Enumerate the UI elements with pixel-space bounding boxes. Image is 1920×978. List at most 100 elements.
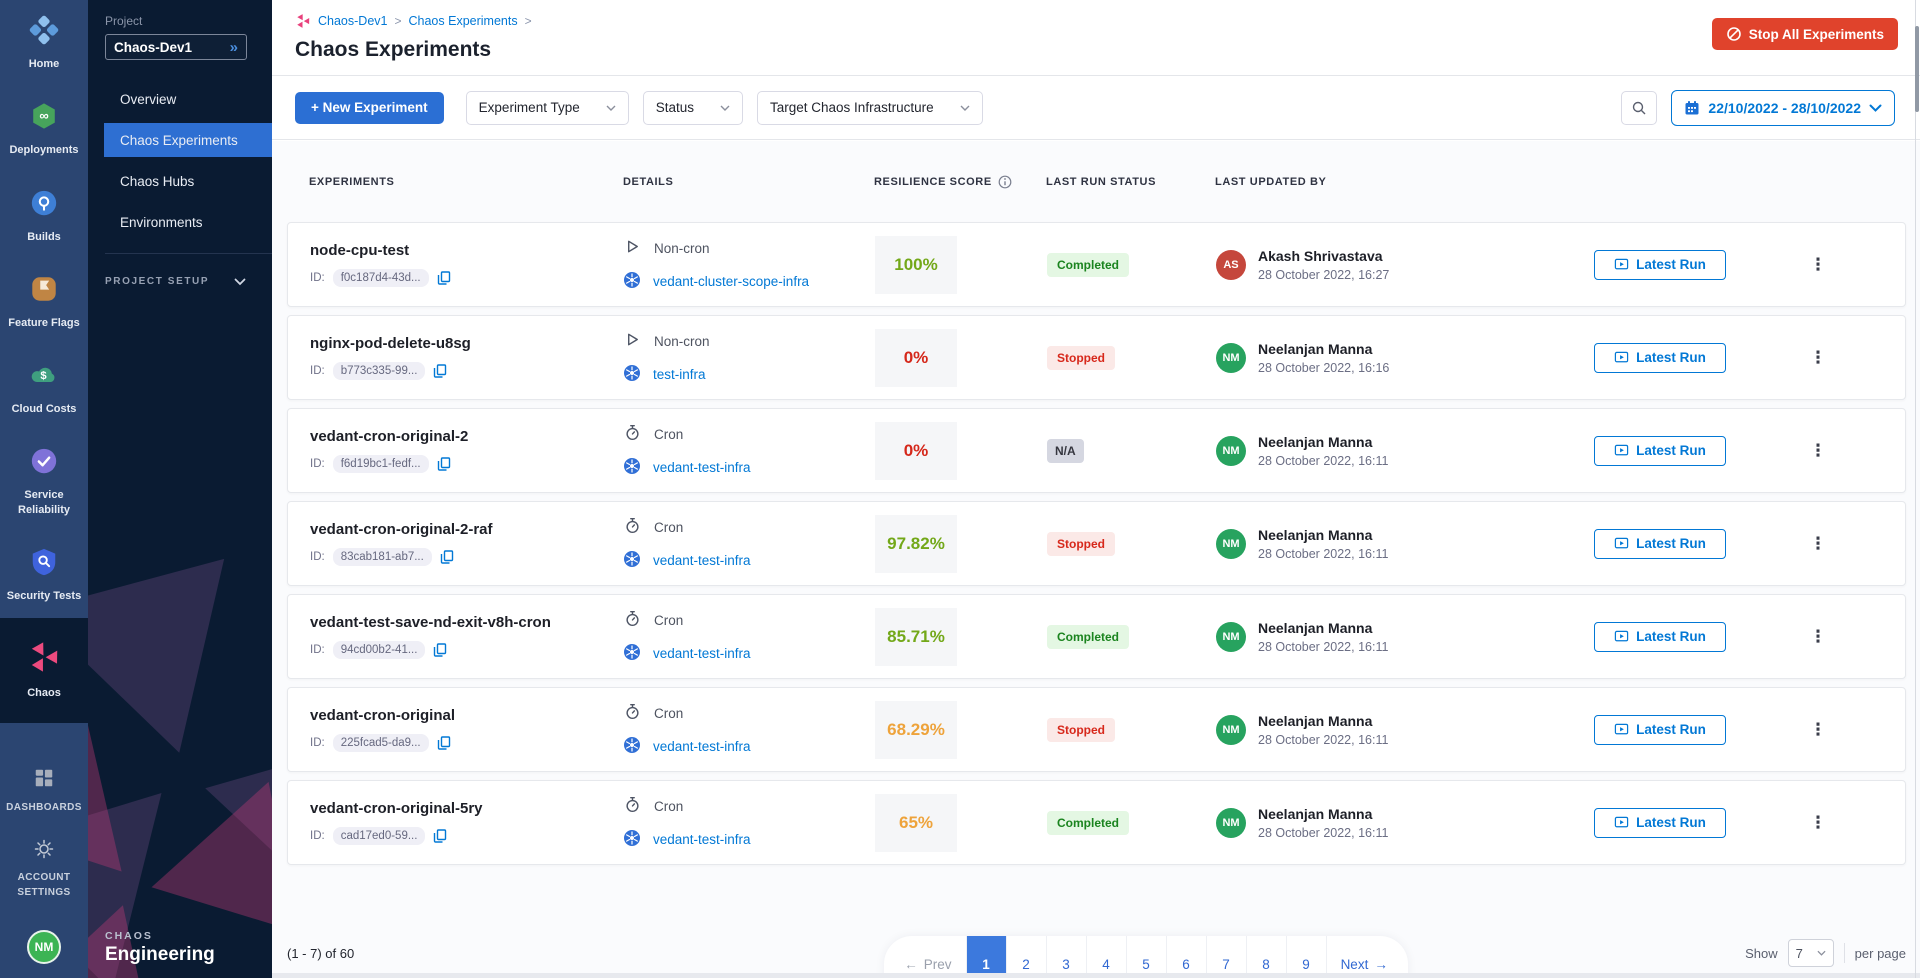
experiment-name[interactable]: vedant-cron-original [310, 707, 624, 724]
sidebar-item-chaos-hubs[interactable]: Chaos Hubs [88, 164, 272, 198]
infrastructure-link[interactable]: vedant-test-infra [653, 832, 751, 847]
experiment-name[interactable]: vedant-cron-original-5ry [310, 800, 624, 817]
rail-item-security-tests[interactable]: Security Tests [0, 532, 88, 618]
experiment-name[interactable]: vedant-test-save-nd-exit-v8h-cron [310, 614, 624, 631]
kebab-menu-icon[interactable]: ⋮ [1802, 810, 1835, 835]
breadcrumb-link-project[interactable]: Chaos-Dev1 [318, 14, 387, 28]
experiment-name[interactable]: vedant-cron-original-2 [310, 428, 624, 445]
next-page-button[interactable]: Next→ [1326, 936, 1402, 978]
latest-run-button[interactable]: Latest Run [1594, 529, 1726, 559]
experiment-id: cad17ed0-59... [333, 827, 426, 845]
filter-target-infrastructure[interactable]: Target Chaos Infrastructure [757, 91, 983, 125]
copy-icon[interactable] [437, 457, 451, 471]
user-avatar[interactable]: NM [27, 930, 61, 964]
sidebar-item-chaos-experiments[interactable]: Chaos Experiments [104, 123, 272, 157]
updated-by-cell: NM Neelanjan Manna28 October 2022, 16:11 [1216, 434, 1594, 468]
page-button-8[interactable]: 8 [1246, 936, 1286, 978]
rail-item-account-settings[interactable]: ACCOUNT SETTINGS [0, 827, 88, 912]
sidebar-item-overview[interactable]: Overview [88, 82, 272, 116]
expand-icon[interactable]: » [230, 40, 238, 55]
scrollbar-thumb[interactable] [1915, 26, 1919, 112]
chevron-down-icon [606, 105, 616, 111]
avatar: NM [1216, 715, 1246, 745]
play-icon [624, 331, 641, 351]
page-button-3[interactable]: 3 [1046, 936, 1086, 978]
kubernetes-icon [624, 551, 640, 570]
rail-item-service-reliability[interactable]: Service Reliability [0, 431, 88, 532]
updated-by-cell: NM Neelanjan Manna28 October 2022, 16:11 [1216, 527, 1594, 561]
kebab-menu-icon[interactable]: ⋮ [1802, 717, 1835, 742]
new-experiment-button[interactable]: + New Experiment [295, 92, 444, 124]
project-setup-section[interactable]: PROJECT SETUP [88, 276, 272, 287]
stopwatch-icon [624, 517, 641, 537]
schedule-type: Cron [654, 613, 683, 628]
pagination-controls: ←Prev 1 2 3 4 5 6 7 8 9 Next→ [884, 936, 1408, 978]
infrastructure-link[interactable]: vedant-cluster-scope-infra [653, 274, 809, 289]
latest-run-button[interactable]: Latest Run [1594, 250, 1726, 280]
kebab-menu-icon[interactable]: ⋮ [1802, 345, 1835, 370]
copy-icon[interactable] [433, 643, 447, 657]
copy-icon[interactable] [433, 364, 447, 378]
copy-icon[interactable] [433, 829, 447, 843]
copy-icon[interactable] [437, 736, 451, 750]
project-selector[interactable]: Chaos-Dev1 » [105, 34, 247, 60]
latest-run-button[interactable]: Latest Run [1594, 715, 1726, 745]
page-button-1[interactable]: 1 [966, 936, 1006, 978]
resilience-score: 85.71% [887, 627, 945, 647]
rail-item-chaos[interactable]: Chaos [0, 618, 88, 722]
rail-item-cloud-costs[interactable]: $ Cloud Costs [0, 345, 88, 431]
filter-experiment-type[interactable]: Experiment Type [466, 91, 629, 125]
column-header-details: DETAILS [623, 176, 874, 188]
infrastructure-link[interactable]: vedant-test-infra [653, 739, 751, 754]
updated-by-cell: NM Neelanjan Manna28 October 2022, 16:11 [1216, 713, 1594, 747]
page-button-9[interactable]: 9 [1286, 936, 1326, 978]
kebab-menu-icon[interactable]: ⋮ [1802, 624, 1835, 649]
breadcrumb-link-experiments[interactable]: Chaos Experiments [409, 14, 518, 28]
details-cell: Non-cron test-infra [624, 331, 875, 384]
per-page-select[interactable]: 7 [1788, 939, 1834, 967]
page-button-7[interactable]: 7 [1206, 936, 1246, 978]
rail-item-deployments[interactable]: ∞ Deployments [0, 86, 88, 172]
copy-icon[interactable] [437, 271, 451, 285]
rail-item-home[interactable]: Home [0, 0, 88, 86]
brand: CHAOS Engineering [105, 930, 215, 966]
experiment-id: f6d19bc1-fedf... [333, 455, 429, 473]
column-header-resilience-score: RESILIENCE SCORE [874, 175, 1046, 189]
rail-item-dashboards[interactable]: DASHBOARDS [2, 755, 86, 827]
experiment-name[interactable]: nginx-pod-delete-u8sg [310, 335, 624, 352]
page-button-2[interactable]: 2 [1006, 936, 1046, 978]
infrastructure-link[interactable]: vedant-test-infra [653, 553, 751, 568]
scrollbar-track[interactable] [1915, 0, 1916, 978]
filter-status[interactable]: Status [643, 91, 743, 125]
infrastructure-link[interactable]: vedant-test-infra [653, 646, 751, 661]
date-range-picker[interactable]: 22/10/2022 - 28/10/2022 [1671, 90, 1895, 126]
page-button-6[interactable]: 6 [1166, 936, 1206, 978]
kebab-menu-icon[interactable]: ⋮ [1802, 252, 1835, 277]
pagination-range: (1 - 7) of 60 [287, 946, 547, 961]
stop-all-experiments-button[interactable]: Stop All Experiments [1712, 18, 1898, 50]
search-button[interactable] [1621, 91, 1657, 125]
latest-run-button[interactable]: Latest Run [1594, 622, 1726, 652]
rail-label-security-tests: Security Tests [7, 589, 81, 603]
experiment-name[interactable]: vedant-cron-original-2-raf [310, 521, 624, 538]
kebab-menu-icon[interactable]: ⋮ [1802, 438, 1835, 463]
chaos-icon [27, 640, 61, 679]
latest-run-button[interactable]: Latest Run [1594, 436, 1726, 466]
rail-item-builds[interactable]: Builds [0, 173, 88, 259]
latest-run-button[interactable]: Latest Run [1594, 343, 1726, 373]
latest-run-button[interactable]: Latest Run [1594, 808, 1726, 838]
updated-by-cell: AS Akash Shrivastava28 October 2022, 16:… [1216, 248, 1594, 282]
info-icon[interactable] [998, 175, 1012, 189]
infrastructure-link[interactable]: test-infra [653, 367, 706, 382]
experiment-name[interactable]: node-cpu-test [310, 242, 624, 259]
prev-page-button[interactable]: ←Prev [890, 936, 965, 978]
copy-icon[interactable] [440, 550, 454, 564]
user-name: Neelanjan Manna [1258, 434, 1388, 450]
sidebar-item-environments[interactable]: Environments [88, 205, 272, 239]
experiment-row: vedant-cron-original-2 ID:f6d19bc1-fedf.… [287, 408, 1906, 493]
kebab-menu-icon[interactable]: ⋮ [1802, 531, 1835, 556]
page-button-4[interactable]: 4 [1086, 936, 1126, 978]
infrastructure-link[interactable]: vedant-test-infra [653, 460, 751, 475]
page-button-5[interactable]: 5 [1126, 936, 1166, 978]
rail-item-feature-flags[interactable]: Feature Flags [0, 259, 88, 345]
